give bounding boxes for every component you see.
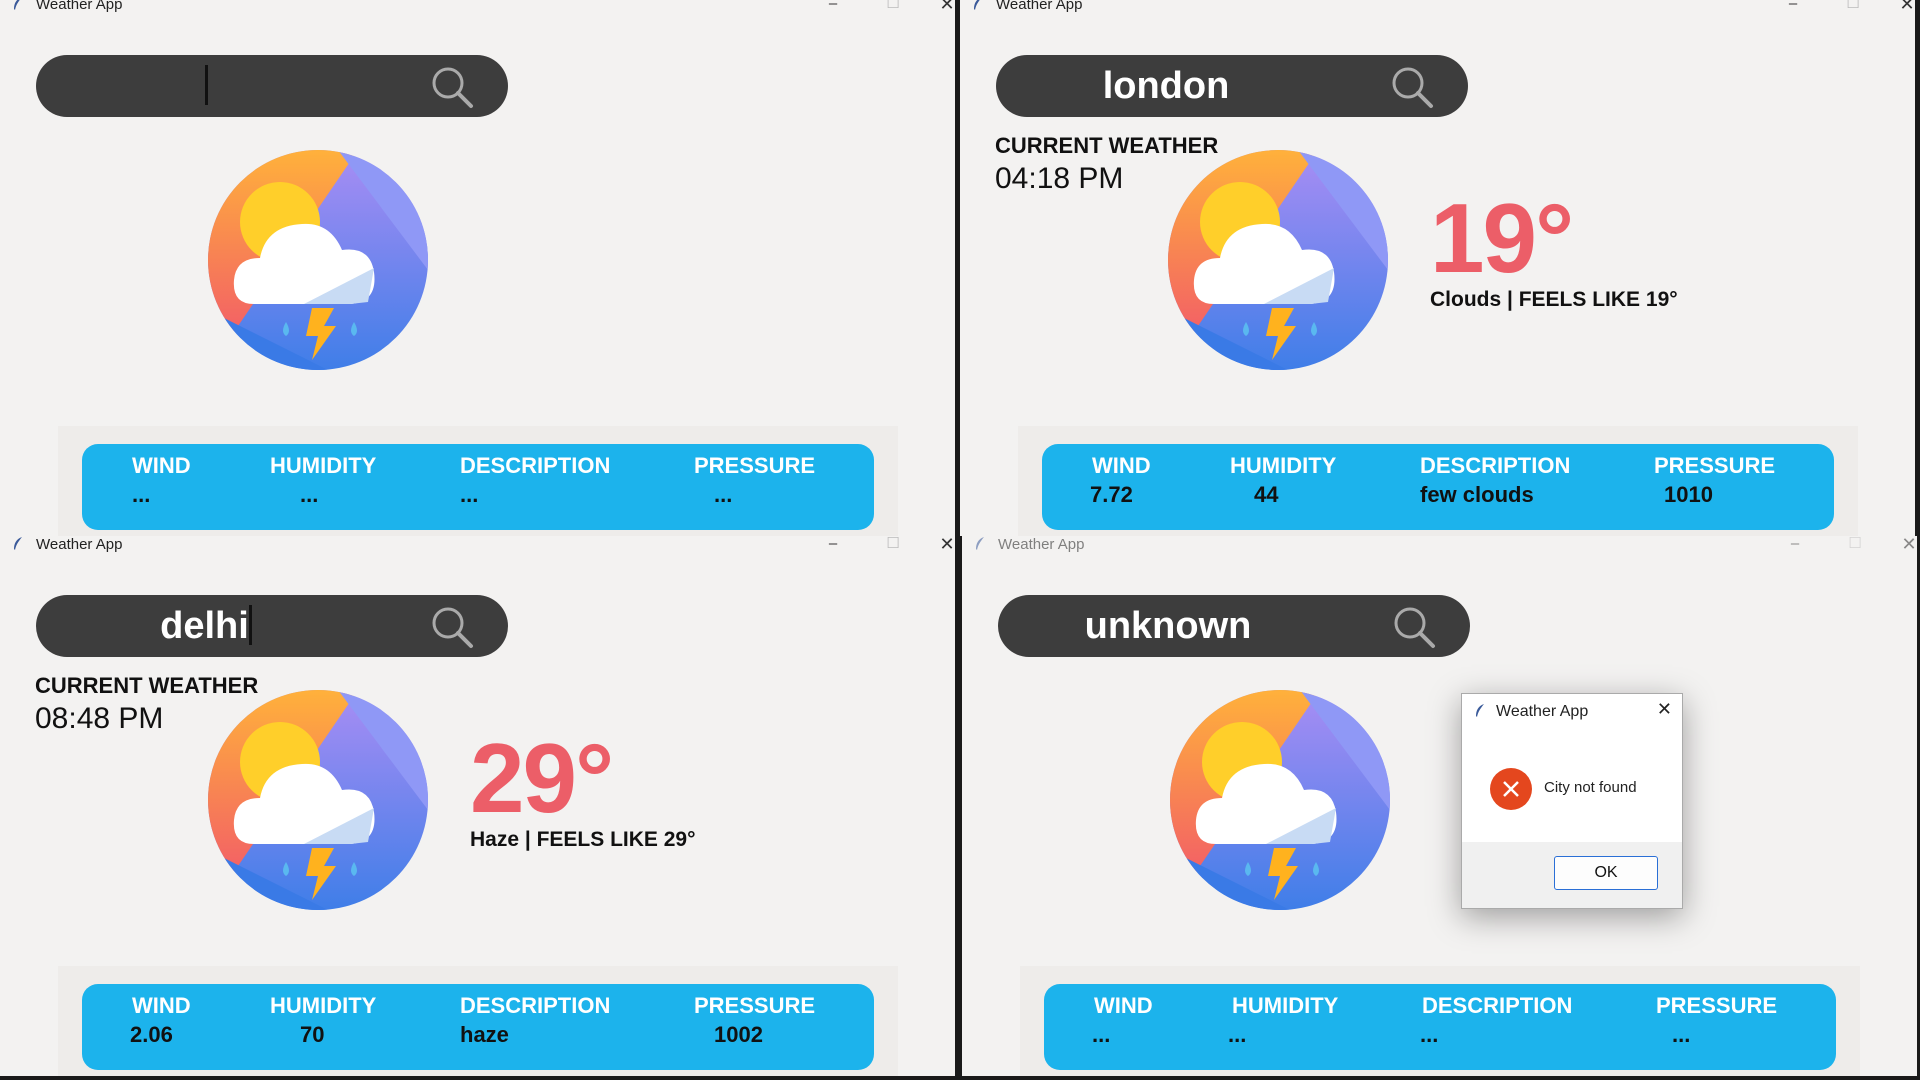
weather-logo-icon xyxy=(208,150,428,370)
ok-button[interactable]: OK xyxy=(1554,856,1658,890)
search-bar[interactable]: unknown xyxy=(998,595,1470,657)
close-button[interactable]: ✕ xyxy=(1897,0,1915,13)
pressure-label: PRESSURE xyxy=(1656,993,1778,1018)
minimize-button[interactable]: – xyxy=(823,0,843,13)
pressure-label: PRESSURE xyxy=(694,993,816,1018)
description-label: DESCRIPTION xyxy=(460,993,611,1018)
humidity-value: ... xyxy=(300,482,319,507)
maximize-button[interactable]: ☐ xyxy=(1845,536,1865,553)
search-input[interactable]: unknown xyxy=(998,603,1338,649)
search-bar[interactable]: delhi xyxy=(36,595,508,657)
dialog-footer: OK xyxy=(1462,842,1682,908)
condition-feels-like: Clouds | FEELS LIKE 19° xyxy=(1430,288,1678,311)
stats-panel: WIND HUMIDITY DESCRIPTION PRESSURE ... .… xyxy=(1044,984,1836,1070)
weather-logo-icon xyxy=(1168,150,1388,370)
window-title: Weather App xyxy=(36,0,123,13)
wind-label: WIND xyxy=(1094,993,1153,1018)
humidity-label: HUMIDITY xyxy=(270,453,377,478)
wind-value: 2.06 xyxy=(130,1022,173,1047)
stats-panel: WIND HUMIDITY DESCRIPTION PRESSURE 7.72 … xyxy=(1042,444,1834,530)
pressure-label: PRESSURE xyxy=(694,453,816,478)
pressure-value: ... xyxy=(1672,1022,1691,1047)
pressure-value: 1010 xyxy=(1664,482,1713,507)
close-button[interactable]: ✕ xyxy=(937,536,955,553)
maximize-button[interactable]: ☐ xyxy=(1843,0,1863,13)
wind-value: 7.72 xyxy=(1090,482,1133,507)
weather-logo-icon xyxy=(1170,690,1390,910)
condition-feels-like: Haze | FEELS LIKE 29° xyxy=(470,828,696,851)
humidity-label: HUMIDITY xyxy=(1232,993,1339,1018)
title-bar: Weather App – ☐ ✕ xyxy=(960,0,1915,14)
humidity-value: 44 xyxy=(1254,482,1279,507)
window-title: Weather App xyxy=(998,536,1085,553)
search-input[interactable]: delhi xyxy=(36,603,376,649)
humidity-label: HUMIDITY xyxy=(270,993,377,1018)
minimize-button[interactable]: – xyxy=(823,536,843,553)
pressure-value: ... xyxy=(714,482,733,507)
description-label: DESCRIPTION xyxy=(1422,993,1573,1018)
maximize-button[interactable]: ☐ xyxy=(883,536,903,553)
humidity-value: 70 xyxy=(300,1022,325,1047)
search-bar[interactable] xyxy=(36,55,508,117)
close-button[interactable]: ✕ xyxy=(937,0,955,13)
feather-icon xyxy=(972,0,984,11)
local-time: 04:18 PM xyxy=(995,162,1124,195)
wind-value: ... xyxy=(1092,1022,1111,1047)
window-title: Weather App xyxy=(996,0,1083,13)
search-icon[interactable] xyxy=(430,605,474,649)
title-bar: Weather App – ☐ ✕ xyxy=(0,536,955,554)
search-icon[interactable] xyxy=(1392,605,1436,649)
title-bar: Weather App – ☐ ✕ xyxy=(962,536,1917,554)
description-value: haze xyxy=(460,1022,509,1047)
text-caret xyxy=(248,604,252,645)
minimize-button[interactable]: – xyxy=(1785,536,1805,553)
feather-icon xyxy=(12,0,24,11)
stats-panel: WIND HUMIDITY DESCRIPTION PRESSURE ... .… xyxy=(82,444,874,530)
search-input[interactable]: london xyxy=(996,63,1336,109)
error-icon xyxy=(1490,768,1532,810)
temperature: 29° xyxy=(470,723,614,833)
dialog-close-button[interactable]: ✕ xyxy=(1657,699,1672,720)
stats-panel: WIND HUMIDITY DESCRIPTION PRESSURE 2.06 … xyxy=(82,984,874,1070)
dialog-title: Weather App xyxy=(1496,703,1589,720)
humidity-value: ... xyxy=(1228,1022,1247,1047)
description-value: ... xyxy=(460,482,479,507)
search-input[interactable] xyxy=(36,63,376,109)
wind-label: WIND xyxy=(1092,453,1151,478)
search-icon[interactable] xyxy=(430,65,474,109)
search-bar[interactable]: london xyxy=(996,55,1468,117)
weather-window-empty: Weather App – ☐ ✕ WIND HUMIDITY DESCRIPT… xyxy=(0,0,955,536)
dialog-body: City not found xyxy=(1462,732,1682,842)
description-value: few clouds xyxy=(1420,482,1534,507)
temperature: 19° xyxy=(1430,183,1574,293)
error-message: City not found xyxy=(1544,779,1637,796)
wind-label: WIND xyxy=(132,453,191,478)
pressure-value: 1002 xyxy=(714,1022,763,1047)
humidity-label: HUMIDITY xyxy=(1230,453,1337,478)
description-value: ... xyxy=(1420,1022,1439,1047)
weather-window-delhi: Weather App – ☐ ✕ delhi CURRENT WEATHER … xyxy=(0,536,955,1076)
close-button[interactable]: ✕ xyxy=(1899,536,1917,553)
error-dialog: Weather App ✕ City not found OK xyxy=(1461,693,1683,909)
weather-window-london: Weather App – ☐ ✕ london CURRENT WEATHER… xyxy=(960,0,1915,536)
wind-value: ... xyxy=(132,482,151,507)
title-bar: Weather App – ☐ ✕ xyxy=(0,0,955,14)
pressure-label: PRESSURE xyxy=(1654,453,1776,478)
maximize-button[interactable]: ☐ xyxy=(883,0,903,13)
window-title: Weather App xyxy=(36,536,123,553)
text-caret xyxy=(204,64,208,105)
weather-logo-icon xyxy=(208,690,428,910)
minimize-button[interactable]: – xyxy=(1783,0,1803,13)
description-label: DESCRIPTION xyxy=(1420,453,1571,478)
feather-icon xyxy=(1474,704,1486,718)
feather-icon xyxy=(974,537,986,551)
weather-window-unknown: Weather App – ☐ ✕ unknown WIND HUMIDITY … xyxy=(962,536,1917,1076)
feather-icon xyxy=(12,537,24,551)
description-label: DESCRIPTION xyxy=(460,453,611,478)
local-time: 08:48 PM xyxy=(35,702,164,735)
wind-label: WIND xyxy=(132,993,191,1018)
search-icon[interactable] xyxy=(1390,65,1434,109)
